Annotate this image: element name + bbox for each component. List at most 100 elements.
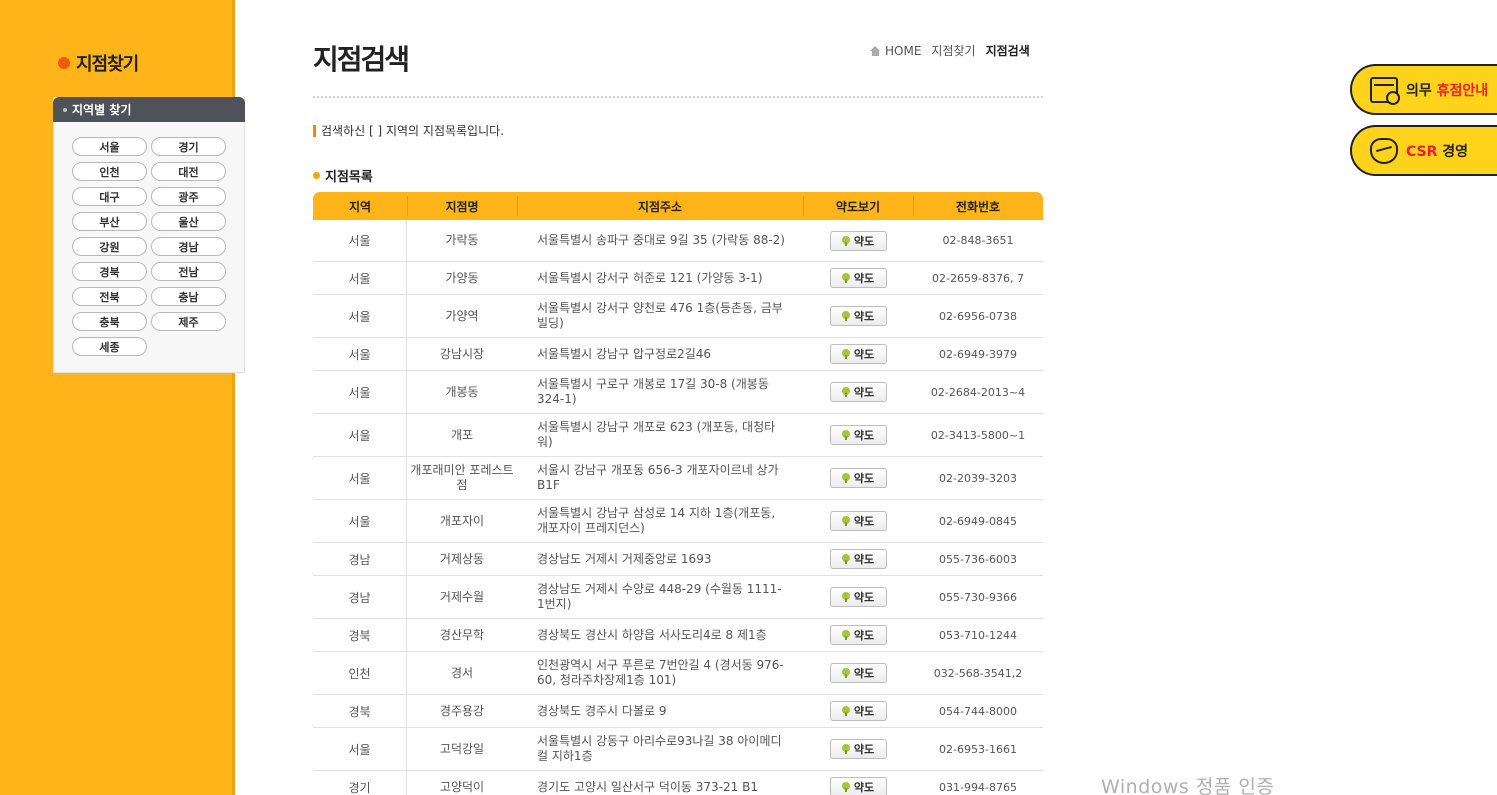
cell-map: 약도 [803, 371, 913, 413]
cell-address: 서울특별시 강남구 개포로 623 (개포동, 대청타워) [537, 420, 776, 449]
map-button-label: 약도 [853, 667, 875, 680]
table-row: 서울 고덕강일 서울특별시 강동구 아리수로93나길 38 아이메디컬 지하1층 약도… [313, 728, 1043, 771]
region-filter-header-label: 지역별 찾기 [72, 103, 132, 117]
cell-phone: 02-6949-3979 [939, 347, 1017, 361]
cell-phone: 02-6953-1661 [939, 742, 1017, 756]
cell-region: 경기 [313, 771, 407, 795]
map-button[interactable]: 약도 [829, 777, 887, 795]
region-button[interactable]: 전북 [72, 287, 147, 306]
cell-branch-name: 경서 [450, 665, 474, 680]
region-button[interactable]: 충북 [72, 312, 147, 331]
closure-notice-button[interactable]: 의무 휴점안내 [1350, 64, 1497, 115]
cell-phone: 032-568-3541,2 [933, 666, 1023, 680]
column-header-name: 지점명 [407, 192, 517, 220]
map-pin-icon [841, 430, 850, 440]
map-button[interactable]: 약도 [829, 663, 887, 683]
map-button-label: 약도 [853, 234, 875, 248]
map-button[interactable]: 약도 [829, 739, 887, 759]
region-filter-header: 지역별 찾기 [53, 97, 245, 122]
region-button[interactable]: 경남 [151, 237, 226, 256]
cell-phone: 055-736-6003 [939, 552, 1017, 566]
map-button[interactable]: 약도 [829, 701, 887, 721]
cell-address: 경상북도 경주시 다볼로 9 [537, 703, 667, 718]
region-button[interactable]: 대구 [72, 187, 147, 206]
map-button-label: 약도 [853, 429, 875, 442]
map-pin-icon [841, 630, 850, 640]
map-button[interactable]: 약도 [829, 344, 887, 364]
csr-button[interactable]: CSR 경영 [1350, 125, 1497, 176]
cell-region: 서울 [313, 457, 407, 499]
breadcrumb-home[interactable]: HOME [885, 44, 921, 58]
map-button[interactable]: 약도 [829, 268, 887, 288]
search-result-text: 검색하신 [ ] 지역의 지점목록입니다. [321, 124, 504, 138]
cell-region: 서울 [313, 371, 407, 413]
table-row: 서울 가양역 서울특별시 강서구 양천로 476 1층(등촌동, 금부빌딩) 약도 02… [313, 295, 1043, 338]
map-pin-icon [841, 592, 850, 602]
column-header-region: 지역 [348, 199, 372, 214]
cell-map: 약도 [803, 414, 913, 456]
map-button[interactable]: 약도 [829, 625, 887, 645]
column-header-address: 지점주소 [517, 192, 803, 220]
region-button[interactable]: 광주 [151, 187, 226, 206]
table-row: 인천 경서 인천광역시 서구 푸른로 7번안길 4 (경서동 976-60, 청라주… [313, 652, 1043, 695]
cell-address: 서울시 강남구 개포동 656-3 개포자이르네 상가 B1F [537, 463, 779, 492]
breadcrumb-branch-find[interactable]: 지점찾기 [931, 42, 975, 59]
region-button[interactable]: 인천 [72, 162, 147, 181]
cell-phone: 02-2684-2013~4 [930, 385, 1026, 399]
region-button[interactable]: 울산 [151, 212, 226, 231]
cell-region: 서울 [313, 338, 407, 370]
table-row: 경남 거제수월 경상남도 거제시 수양로 448-29 (수월동 1111-1번지)… [313, 576, 1043, 619]
map-button[interactable]: 약도 [829, 382, 887, 402]
cell-region: 경북 [313, 619, 407, 651]
region-button[interactable]: 부산 [72, 212, 147, 231]
cell-phone: 02-6956-0738 [939, 309, 1017, 323]
region-button[interactable]: 강원 [72, 237, 147, 256]
cell-region: 서울 [313, 728, 407, 770]
map-pin-icon [841, 473, 850, 483]
region-button[interactable]: 제주 [151, 312, 226, 331]
cell-region: 서울 [313, 262, 407, 294]
cell-region: 경남 [313, 543, 407, 575]
map-button[interactable]: 약도 [829, 511, 887, 531]
map-button[interactable]: 약도 [829, 587, 887, 607]
cell-phone: 031-994-8765 [939, 780, 1017, 794]
map-button[interactable]: 약도 [829, 468, 887, 488]
handshake-icon [1370, 137, 1398, 164]
cell-branch-name: 가락동 [445, 233, 479, 247]
cell-region: 서울 [313, 220, 407, 261]
cell-address: 서울특별시 송파구 중대로 9길 35 (가락동 88-2) [537, 233, 785, 247]
region-button[interactable]: 경북 [72, 262, 147, 281]
table-row: 서울 강남시장 서울특별시 강남구 압구정로2길46 약도 02-6949-3979 [313, 338, 1043, 371]
cell-map: 약도 [803, 220, 913, 261]
cell-region: 서울 [313, 500, 407, 542]
cell-address: 서울특별시 강남구 삼성로 14 지하 1층(개포동, 개포자이 프레지던스) [537, 506, 776, 535]
map-button[interactable]: 약도 [829, 425, 887, 445]
region-button[interactable]: 세종 [72, 337, 147, 356]
cell-address: 서울특별시 강서구 양천로 476 1층(등촌동, 금부빌딩) [537, 301, 783, 330]
map-button[interactable]: 약도 [829, 549, 887, 569]
cell-branch-name: 거제상동 [439, 551, 485, 566]
region-button[interactable]: 서울 [72, 137, 147, 156]
table-row: 서울 개포자이 서울특별시 강남구 삼성로 14 지하 1층(개포동, 개포자이 프… [313, 500, 1043, 543]
map-pin-icon [841, 387, 850, 397]
table-row: 경북 경주용강 경상북도 경주시 다볼로 9 약도 054-744-8000 [313, 695, 1043, 728]
cell-map: 약도 [803, 771, 913, 795]
cell-branch-name: 개포래미안 포레스트점 [410, 463, 514, 492]
cell-address: 서울특별시 강동구 아리수로93나길 38 아이메디컬 지하1층 [537, 734, 782, 763]
home-icon [870, 45, 881, 56]
region-button[interactable]: 대전 [151, 162, 226, 181]
map-button-label: 약도 [853, 272, 875, 285]
region-button[interactable]: 전남 [151, 262, 226, 281]
table-row: 서울 가양동 서울특별시 강서구 허준로 121 (가양동 3-1) 약도 02-265… [313, 262, 1043, 295]
map-button-label: 약도 [853, 348, 875, 361]
cell-region: 서울 [313, 414, 407, 456]
region-button[interactable]: 경기 [151, 137, 226, 156]
closure-notice-label: 의무 휴점안내 [1406, 82, 1489, 99]
map-button[interactable]: 약도 [829, 230, 887, 251]
map-button-label: 약도 [853, 553, 875, 566]
map-button[interactable]: 약도 [829, 306, 887, 326]
cell-branch-name: 경산무학 [439, 627, 485, 642]
cell-branch-name: 거제수월 [439, 589, 485, 604]
region-button[interactable]: 충남 [151, 287, 226, 306]
map-pin-icon [841, 273, 850, 283]
